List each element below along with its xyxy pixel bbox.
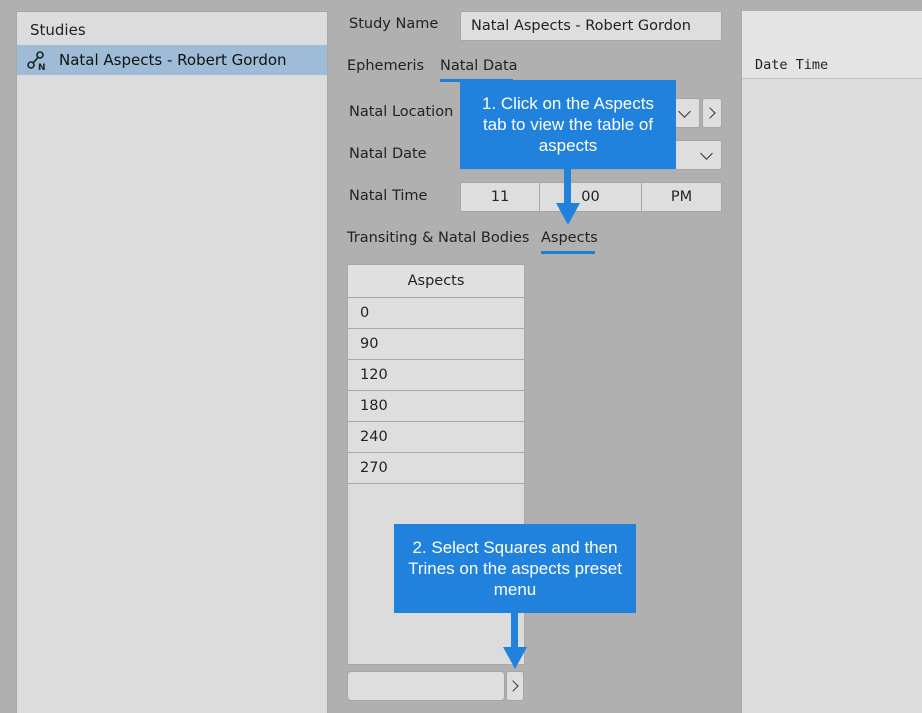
tab-aspects-underline [541,251,595,254]
callout-step-2-arrow-shaft [511,612,518,648]
natal-time-ampm[interactable]: PM [642,182,722,212]
aspect-row-90[interactable]: 90 [348,329,524,360]
svg-text:N: N [38,63,46,72]
chevron-right-icon [507,680,519,692]
natal-date-label: Natal Date [349,146,427,162]
aspects-column-header[interactable]: Aspects [348,265,524,298]
aspect-row-120[interactable]: 120 [348,360,524,391]
chevron-down-icon [678,105,691,118]
study-item-label: Natal Aspects - Robert Gordon [59,51,287,69]
aspect-row-180[interactable]: 180 [348,391,524,422]
study-item-natal-aspects[interactable]: N Natal Aspects - Robert Gordon [17,45,327,75]
aspect-row-240[interactable]: 240 [348,422,524,453]
aspect-row-270[interactable]: 270 [348,453,524,484]
chevron-down-icon [700,147,713,160]
natal-time-hour[interactable]: 11 [460,182,540,212]
tab-transiting-natal-bodies[interactable]: Transiting & Natal Bodies [347,230,529,246]
tab-natal-data[interactable]: Natal Data [440,58,518,74]
natal-time-picker[interactable]: 11 00 PM [460,182,722,212]
studies-title: Studies [30,21,86,39]
aspects-preset-menu-button[interactable] [506,671,524,701]
callout-step-2-text: 2. Select Squares and then Trines on the… [408,538,622,599]
natal-chart-icon: N [27,51,46,72]
results-panel: Date Time [741,11,922,713]
natal-location-label: Natal Location [349,104,454,120]
studies-panel: Studies N Natal Aspects - Robert Gordon [16,11,328,713]
callout-step-1-text: 1. Click on the Aspects tab to view the … [482,94,654,155]
study-name-label: Study Name [349,16,439,32]
arrow-down-icon [556,203,580,225]
callout-step-1: 1. Click on the Aspects tab to view the … [460,80,676,169]
callout-step-1-arrow-shaft [564,168,571,204]
date-time-column-header[interactable]: Date Time [755,57,828,73]
tab-aspects[interactable]: Aspects [541,230,598,246]
natal-location-next-button[interactable] [702,98,722,128]
arrow-down-icon [503,647,527,669]
results-header: Date Time [742,11,922,79]
aspects-preset-input[interactable] [347,671,505,701]
chevron-right-icon [704,107,716,119]
aspect-row-0[interactable]: 0 [348,298,524,329]
tab-ephemeris[interactable]: Ephemeris [347,58,424,74]
study-name-value: Natal Aspects - Robert Gordon [471,18,691,34]
natal-time-label: Natal Time [349,188,428,204]
callout-step-2: 2. Select Squares and then Trines on the… [394,524,636,613]
study-name-input[interactable]: Natal Aspects - Robert Gordon [460,11,722,41]
